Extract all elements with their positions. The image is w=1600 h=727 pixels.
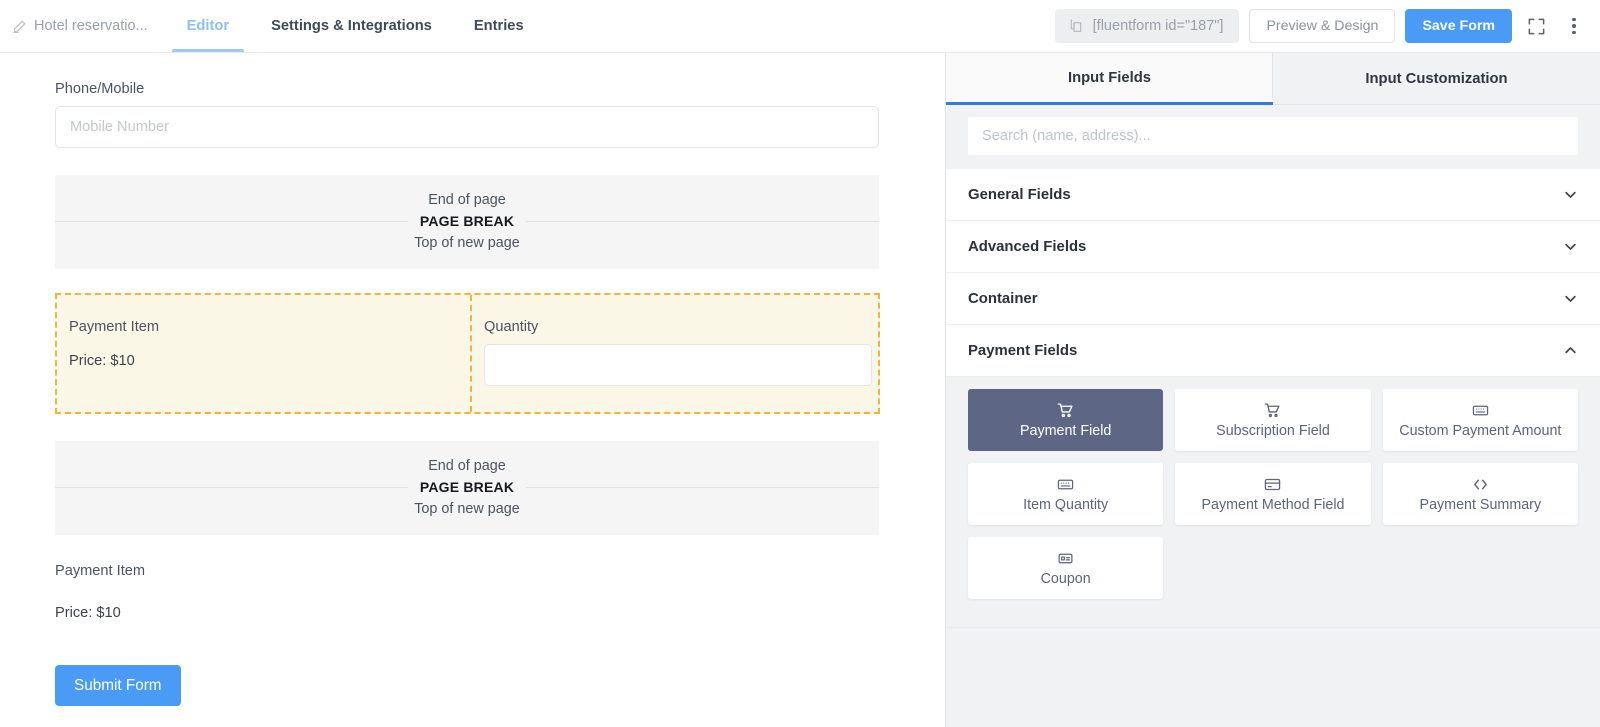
- code-icon: [1472, 476, 1489, 493]
- divider-line-right: [526, 487, 879, 488]
- toolbar-left-group: Hotel reservatio... Editor Settings & In…: [0, 0, 545, 52]
- field-tile-payment-field[interactable]: Payment Field: [968, 389, 1163, 451]
- field-tile-item-quantity-label: Item Quantity: [1023, 497, 1108, 513]
- form-builder-app: Hotel reservatio... Editor Settings & In…: [0, 0, 1600, 727]
- accordion-general-fields[interactable]: General Fields: [946, 169, 1600, 221]
- payment-item-2-label: Payment Item: [55, 563, 879, 579]
- page-break-1-divider: PAGE BREAK: [55, 211, 879, 232]
- top-toolbar: Hotel reservatio... Editor Settings & In…: [0, 0, 1600, 53]
- pencil-icon: [12, 19, 27, 34]
- divider-line-left: [55, 221, 408, 222]
- field-tile-payment-method-field[interactable]: Payment Method Field: [1175, 463, 1370, 525]
- search-input[interactable]: [968, 117, 1578, 155]
- field-tile-custom-payment-amount-label: Custom Payment Amount: [1399, 423, 1561, 439]
- tab-entries[interactable]: Entries: [453, 0, 545, 52]
- tab-input-customization[interactable]: Input Customization: [1273, 53, 1600, 105]
- fullscreen-icon: [1527, 17, 1546, 36]
- shopping-cart-icon: [1264, 402, 1281, 419]
- tab-input-fields-label: Input Fields: [1068, 70, 1151, 86]
- accordion-advanced-fields-label: Advanced Fields: [968, 239, 1086, 255]
- page-break-2-bottom-label: Top of new page: [55, 498, 879, 520]
- payment-item-label: Payment Item: [69, 319, 470, 335]
- tab-entries-label: Entries: [474, 18, 524, 34]
- main-nav-tabs: Editor Settings & Integrations Entries: [166, 0, 545, 52]
- sidebar-search-area: [946, 105, 1600, 169]
- shortcode-copy-field[interactable]: [fluentform id="187"]: [1055, 9, 1240, 43]
- tab-settings-integrations[interactable]: Settings & Integrations: [250, 0, 453, 52]
- divider-line-right: [526, 221, 879, 222]
- preview-design-button[interactable]: Preview & Design: [1249, 9, 1395, 43]
- quantity-input[interactable]: [484, 344, 872, 386]
- field-tile-subscription-field[interactable]: Subscription Field: [1175, 389, 1370, 451]
- payment-item-price: Price: $10: [69, 353, 470, 369]
- keyboard-icon: [1472, 402, 1489, 419]
- field-tile-subscription-field-label: Subscription Field: [1216, 423, 1330, 439]
- keyboard-icon: [1057, 476, 1074, 493]
- chevron-down-icon: [1563, 291, 1578, 306]
- shortcode-text: [fluentform id="187"]: [1093, 18, 1224, 34]
- quantity-column[interactable]: Quantity: [470, 295, 878, 412]
- accordion-general-fields-label: General Fields: [968, 187, 1071, 203]
- phone-field-label: Phone/Mobile: [55, 81, 890, 97]
- page-break-block-1[interactable]: End of page PAGE BREAK Top of new page: [55, 175, 879, 269]
- copy-icon: [1068, 18, 1084, 34]
- payment-item-column[interactable]: Payment Item Price: $10: [57, 295, 470, 412]
- builder-body: Phone/Mobile End of page PAGE BREAK Top …: [0, 53, 1600, 727]
- sidebar-footer-area: [946, 627, 1600, 727]
- page-break-1-bottom-label: Top of new page: [55, 232, 879, 254]
- coupon-icon: [1057, 550, 1074, 567]
- page-break-block-2[interactable]: End of page PAGE BREAK Top of new page: [55, 441, 879, 535]
- accordion-payment-fields-label: Payment Fields: [968, 343, 1077, 359]
- field-tile-payment-method-field-label: Payment Method Field: [1201, 497, 1344, 513]
- submit-form-button[interactable]: Submit Form: [55, 665, 181, 706]
- chevron-up-icon: [1563, 343, 1578, 358]
- credit-card-icon: [1264, 476, 1281, 493]
- shopping-cart-icon: [1057, 402, 1074, 419]
- form-name-editable[interactable]: Hotel reservatio...: [0, 0, 166, 52]
- selected-payment-row[interactable]: Payment Item Price: $10 Quantity: [55, 293, 880, 414]
- toolbar-right-group: [fluentform id="187"] Preview & Design S…: [1055, 9, 1600, 43]
- payment-fields-panel: Payment Field Subscription Field: [946, 377, 1600, 627]
- accordion-payment-fields[interactable]: Payment Fields: [946, 325, 1600, 377]
- tab-input-customization-label: Input Customization: [1365, 71, 1507, 87]
- form-name-text: Hotel reservatio...: [34, 18, 148, 34]
- payment-item-block-2[interactable]: Payment Item Price: $10: [55, 563, 879, 621]
- field-accordion: General Fields Advanced Fields Container…: [946, 169, 1600, 377]
- page-break-2-divider: PAGE BREAK: [55, 477, 879, 498]
- tab-settings-integrations-label: Settings & Integrations: [271, 18, 432, 34]
- form-canvas: Phone/Mobile End of page PAGE BREAK Top …: [0, 53, 945, 727]
- accordion-container[interactable]: Container: [946, 273, 1600, 325]
- payment-item-2-price: Price: $10: [55, 605, 879, 621]
- divider-line-left: [55, 487, 408, 488]
- chevron-down-icon: [1563, 187, 1578, 202]
- fullscreen-button[interactable]: [1522, 11, 1550, 41]
- field-tile-custom-payment-amount[interactable]: Custom Payment Amount: [1383, 389, 1578, 451]
- page-break-2-label: PAGE BREAK: [420, 479, 514, 495]
- field-tile-payment-summary-label: Payment Summary: [1420, 497, 1542, 513]
- page-break-1-label: PAGE BREAK: [420, 213, 514, 229]
- kebab-menu-icon: [1572, 18, 1576, 35]
- field-tile-coupon-label: Coupon: [1041, 571, 1091, 587]
- page-break-2-top-label: End of page: [55, 455, 879, 477]
- chevron-down-icon: [1563, 239, 1578, 254]
- sidebar-tabs: Input Fields Input Customization: [946, 53, 1600, 105]
- field-tile-payment-field-label: Payment Field: [1020, 423, 1111, 439]
- payment-fields-grid: Payment Field Subscription Field: [968, 389, 1578, 599]
- accordion-advanced-fields[interactable]: Advanced Fields: [946, 221, 1600, 273]
- tab-editor-label: Editor: [187, 18, 229, 34]
- right-sidebar: Input Fields Input Customization General…: [945, 53, 1600, 727]
- save-form-button[interactable]: Save Form: [1405, 9, 1512, 43]
- tab-input-fields[interactable]: Input Fields: [946, 53, 1273, 105]
- tab-editor[interactable]: Editor: [166, 0, 250, 52]
- field-tile-item-quantity[interactable]: Item Quantity: [968, 463, 1163, 525]
- field-tile-coupon[interactable]: Coupon: [968, 537, 1163, 599]
- phone-field-input[interactable]: [55, 106, 879, 148]
- accordion-container-label: Container: [968, 291, 1038, 307]
- field-tile-payment-summary[interactable]: Payment Summary: [1383, 463, 1578, 525]
- more-options-button[interactable]: [1560, 11, 1588, 41]
- quantity-label: Quantity: [484, 319, 878, 335]
- phone-field-group: Phone/Mobile: [55, 81, 890, 148]
- page-break-1-top-label: End of page: [55, 189, 879, 211]
